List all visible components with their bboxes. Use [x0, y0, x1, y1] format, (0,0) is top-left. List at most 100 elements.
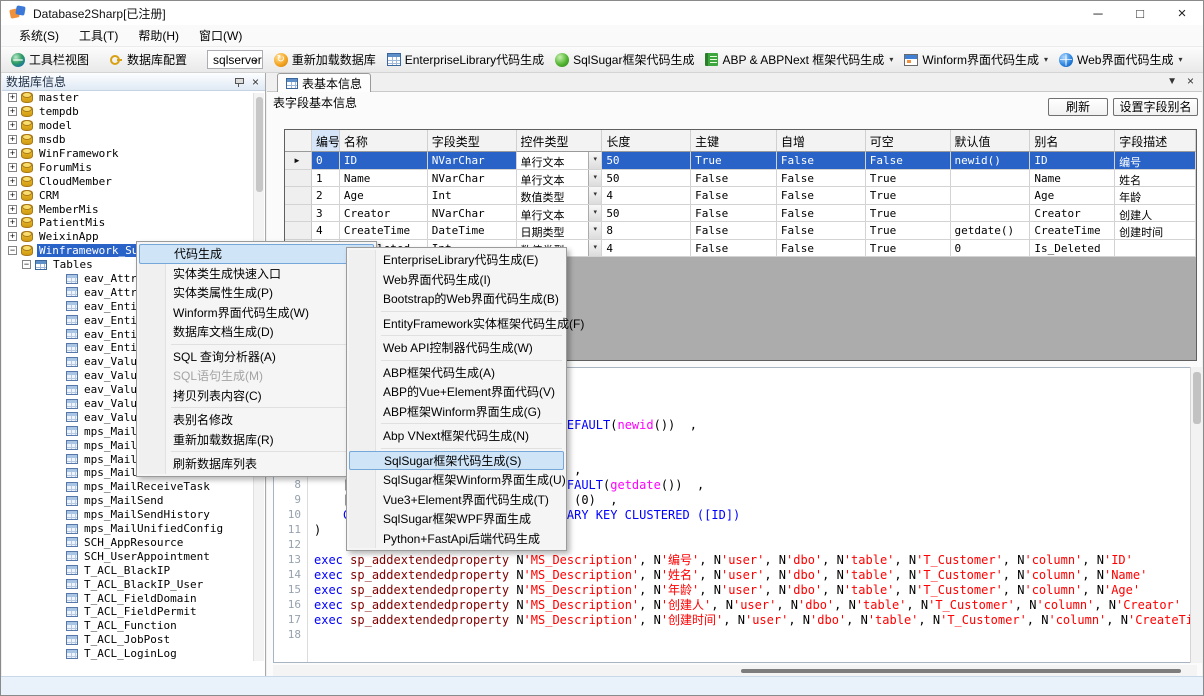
grid-cell[interactable]: True [866, 240, 951, 258]
tree-item[interactable]: +CloudMember [2, 174, 265, 188]
grid-cell[interactable] [951, 205, 1031, 223]
combo-dropdown-icon[interactable]: ▾ [588, 152, 601, 169]
context-menu-item[interactable]: SQL 查询分析器(A) [139, 347, 374, 367]
tree-item[interactable]: T_ACL_Function [2, 619, 265, 633]
maximize-button[interactable]: □ [1119, 1, 1161, 25]
tab-close-icon[interactable]: × [1187, 76, 1194, 87]
context-menu-item[interactable]: 表别名修改 [139, 410, 374, 430]
grid-column-header[interactable]: 可空 [866, 130, 951, 152]
tree-item[interactable]: T_ACL_LoginLog [2, 647, 265, 660]
submenu-item[interactable]: Python+FastApi后端代码生成 [349, 529, 564, 549]
context-menu-item[interactable]: 数据库文档生成(D) [139, 322, 374, 342]
tree-item[interactable]: +ForumMis [2, 160, 265, 174]
grid-column-header[interactable]: 字段描述 [1115, 130, 1196, 152]
grid-cell[interactable]: False [691, 170, 777, 188]
grid-cell[interactable]: 单行文本▾ [517, 152, 603, 170]
grid-cell[interactable]: 姓名 [1115, 170, 1196, 188]
expand-icon[interactable]: + [8, 205, 17, 214]
context-menu-item[interactable]: SQL语句生成(M)▶ [139, 366, 374, 386]
refresh-button[interactable]: 刷新 [1048, 98, 1108, 116]
submenu-item[interactable]: ABP的Vue+Element界面代码(V) [349, 382, 564, 402]
grid-row[interactable]: 3CreatorNVarChar单行文本▾50FalseFalseTrueCre… [285, 205, 1196, 223]
context-menu-item[interactable]: 实体类生成快速入口▶ [139, 264, 374, 284]
menu-window[interactable]: 窗口(W) [189, 24, 252, 47]
grid-cell[interactable]: 4 [312, 222, 340, 240]
submenu-item[interactable]: ABP框架代码生成(A) [349, 363, 564, 383]
sql-vertical-scrollbar[interactable] [1190, 367, 1202, 663]
grid-cell[interactable]: 创建人 [1115, 205, 1196, 223]
winform-codegen-button[interactable]: Winform界面代码生成 ▾ [900, 49, 1052, 70]
tree-item[interactable]: +model [2, 119, 265, 133]
expand-icon[interactable]: + [8, 121, 17, 130]
context-menu-item[interactable]: 代码生成▶ [139, 244, 374, 264]
expand-icon[interactable]: + [8, 107, 17, 116]
grid-column-header[interactable]: 自增 [777, 130, 866, 152]
combo-dropdown-icon[interactable]: ▾ [588, 222, 601, 239]
tree-item[interactable]: T_ACL_JobPost [2, 633, 265, 647]
combo-dropdown-icon[interactable]: ▾ [588, 205, 601, 222]
tab-table-basic-info[interactable]: 表基本信息 [277, 73, 371, 92]
grid-cell[interactable]: ID [340, 152, 428, 170]
tree-item[interactable]: +MemberMis [2, 202, 265, 216]
close-button[interactable]: × [1161, 1, 1203, 25]
grid-cell[interactable]: True [866, 170, 951, 188]
grid-cell[interactable]: CreateTime [340, 222, 428, 240]
grid-cell[interactable]: Name [340, 170, 428, 188]
submenu-item[interactable]: SqlSugar框架代码生成(S) [349, 451, 564, 471]
combo-dropdown-icon[interactable]: ▾ [588, 170, 601, 187]
grid-cell[interactable]: False [866, 152, 951, 170]
database-type-select[interactable]: sqlserver ▾ [207, 50, 263, 69]
expand-icon[interactable]: + [8, 232, 17, 241]
grid-cell[interactable]: True [691, 152, 777, 170]
grid-cell[interactable]: Name [1030, 170, 1115, 188]
expand-icon[interactable]: + [8, 218, 17, 227]
grid-cell[interactable]: 创建时间 [1115, 222, 1196, 240]
grid-cell[interactable]: Age [1030, 187, 1115, 205]
submenu-item[interactable]: Abp VNext框架代码生成(N) [349, 426, 564, 446]
collapse-icon[interactable]: − [8, 246, 17, 255]
tree-item[interactable]: T_ACL_FieldPermit [2, 605, 265, 619]
context-menu-item[interactable]: Winform界面代码生成(W) [139, 303, 374, 323]
expand-icon[interactable]: + [8, 135, 17, 144]
combo-dropdown-icon[interactable]: ▾ [588, 240, 601, 257]
grid-cell[interactable]: 50 [602, 170, 691, 188]
menu-help[interactable]: 帮助(H) [128, 24, 189, 47]
submenu-item[interactable]: SqlSugar框架Winform界面生成(U) [349, 470, 564, 490]
tree-item[interactable]: +msdb [2, 133, 265, 147]
grid-cell[interactable]: 单行文本▾ [517, 170, 603, 188]
grid-cell[interactable]: 4 [602, 187, 691, 205]
grid-cell[interactable]: True [866, 205, 951, 223]
grid-cell[interactable]: Creator [1030, 205, 1115, 223]
tree-item[interactable]: mps_MailSend [2, 494, 265, 508]
grid-cell[interactable]: False [691, 222, 777, 240]
context-menu-item[interactable]: 重新加载数据库(R) [139, 430, 374, 450]
grid-cell[interactable]: False [777, 222, 866, 240]
grid-row[interactable]: 2AgeInt数值类型▾4FalseFalseTrueAge年龄 [285, 187, 1196, 205]
toolbar-view-button[interactable]: 工具栏视图 [7, 49, 93, 70]
submenu-item[interactable]: Web API控制器代码生成(W) [349, 338, 564, 358]
grid-cell[interactable]: False [691, 240, 777, 258]
grid-cell[interactable]: False [777, 240, 866, 258]
grid-cell[interactable]: 年龄 [1115, 187, 1196, 205]
tree-item[interactable]: SCH_AppResource [2, 536, 265, 550]
grid-column-header[interactable]: 长度 [602, 130, 691, 152]
grid-cell[interactable]: Is_Deleted [1030, 240, 1115, 258]
grid-column-header[interactable]: 编号 [312, 130, 340, 152]
grid-cell[interactable]: False [777, 187, 866, 205]
grid-cell[interactable]: NVarChar [428, 205, 517, 223]
tree-item[interactable]: T_ACL_BlackIP_User [2, 577, 265, 591]
context-menu-item[interactable]: 实体类属性生成(P) [139, 283, 374, 303]
grid-cell[interactable]: 50 [602, 152, 691, 170]
menu-system[interactable]: 系统(S) [9, 24, 69, 47]
sql-vertical-scrollbar-thumb[interactable] [1193, 372, 1201, 424]
minimize-button[interactable]: ─ [1077, 1, 1119, 25]
sqlsugar-button[interactable]: SqlSugar框架代码生成 [551, 49, 698, 70]
grid-cell[interactable]: 0 [312, 152, 340, 170]
sql-horizontal-scrollbar-thumb[interactable] [741, 669, 1181, 673]
grid-cell[interactable]: 4 [602, 240, 691, 258]
grid-cell[interactable]: 2 [312, 187, 340, 205]
pin-icon[interactable] [234, 77, 244, 87]
combo-dropdown-icon[interactable]: ▾ [588, 187, 601, 204]
expand-icon[interactable]: + [8, 191, 17, 200]
tree-scrollbar-thumb[interactable] [256, 97, 263, 192]
